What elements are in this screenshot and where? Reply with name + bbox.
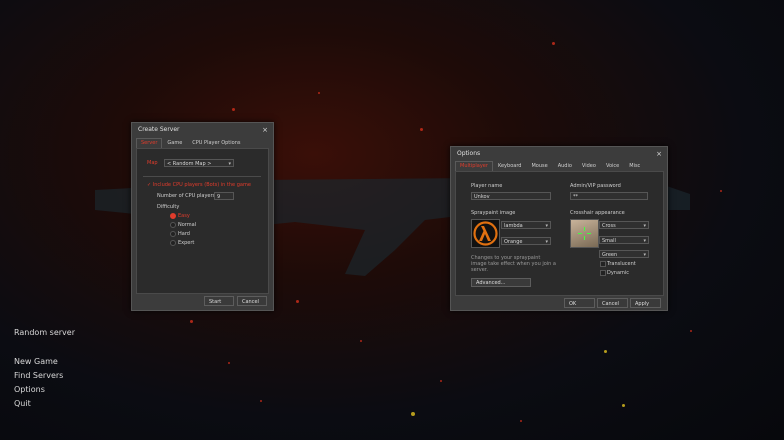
include-cpu-checkbox[interactable]: ✓ Include CPU players (Bots) in the game xyxy=(147,182,251,188)
admin-password-label: Admin/VIP password xyxy=(570,183,621,189)
menu-options[interactable]: Options xyxy=(14,385,45,394)
advanced-button[interactable]: Advanced... xyxy=(471,278,531,287)
ember xyxy=(360,340,362,342)
radio-normal[interactable] xyxy=(170,222,176,228)
crosshair-label: Crosshair appearance xyxy=(570,210,625,216)
radio-hard[interactable] xyxy=(170,231,176,237)
close-icon[interactable]: × xyxy=(262,123,268,137)
ember xyxy=(296,300,299,303)
spray-image-dropdown[interactable]: lambda xyxy=(501,221,551,230)
options-window: Options × Multiplayer Keyboard Mouse Aud… xyxy=(450,146,668,311)
crosshair-color-dropdown[interactable]: Green xyxy=(599,250,649,259)
window-title: Create Server xyxy=(138,126,180,133)
dynamic-label: Dynamic xyxy=(607,270,630,276)
menu-quit[interactable]: Quit xyxy=(14,399,31,408)
crosshair-icon xyxy=(578,227,591,240)
num-cpu-input[interactable]: 9 xyxy=(214,192,234,200)
create-server-panel: Map < Random Map > ✓ Include CPU players… xyxy=(136,148,269,294)
player-name-input[interactable]: Unkov xyxy=(471,192,551,200)
dynamic-checkbox[interactable] xyxy=(600,270,606,276)
ok-button[interactable]: OK xyxy=(564,298,595,308)
map-dropdown[interactable]: < Random Map > xyxy=(164,159,234,168)
menu-random-server[interactable]: Random server xyxy=(14,328,75,337)
menu-find-servers[interactable]: Find Servers xyxy=(14,371,63,380)
ember xyxy=(420,128,423,131)
start-button[interactable]: Start xyxy=(204,296,234,306)
ember xyxy=(318,92,320,94)
radio-expert[interactable] xyxy=(170,240,176,246)
hard-label: Hard xyxy=(178,231,190,237)
ember xyxy=(520,420,522,422)
apply-button[interactable]: Apply xyxy=(630,298,661,308)
expert-label: Expert xyxy=(178,240,195,246)
tab-server[interactable]: Server xyxy=(136,138,163,148)
difficulty-label: Difficulty xyxy=(157,204,180,210)
window-title: Options xyxy=(457,150,481,157)
translucent-label: Translucent xyxy=(607,261,636,267)
spraypaint-label: Spraypaint image xyxy=(471,210,516,216)
ember xyxy=(552,42,555,45)
include-cpu-label: Include CPU players (Bots) in the game xyxy=(152,182,251,188)
player-name-label: Player name xyxy=(471,183,503,189)
ember xyxy=(232,108,235,111)
ember xyxy=(440,380,442,382)
ember xyxy=(228,362,230,364)
create-server-titlebar[interactable]: Create Server × xyxy=(132,123,273,137)
translucent-checkbox[interactable] xyxy=(600,261,606,267)
options-panel: Player name Unkov Admin/VIP password ** … xyxy=(455,171,664,296)
crosshair-size-dropdown[interactable]: Small xyxy=(599,236,649,245)
ember xyxy=(690,330,692,332)
ember xyxy=(411,412,415,416)
create-server-window: Create Server × Server Game CPU Player O… xyxy=(131,122,274,311)
lambda-logo-icon xyxy=(473,221,498,246)
tab-multiplayer[interactable]: Multiplayer xyxy=(455,161,493,171)
ember xyxy=(604,350,607,353)
num-cpu-label: Number of CPU players xyxy=(157,193,216,199)
ember xyxy=(260,400,262,402)
ember xyxy=(190,320,193,323)
normal-label: Normal xyxy=(178,222,197,228)
menu-new-game[interactable]: New Game xyxy=(14,357,58,366)
divider xyxy=(143,176,261,177)
cancel-button[interactable]: Cancel xyxy=(597,298,628,308)
admin-password-input[interactable]: ** xyxy=(570,192,648,200)
cancel-button[interactable]: Cancel xyxy=(237,296,267,306)
spray-note: Changes to your spraypaint image take ef… xyxy=(471,255,556,273)
radio-easy[interactable] xyxy=(170,213,176,219)
map-label: Map xyxy=(147,160,158,166)
spray-color-dropdown[interactable]: Orange xyxy=(501,237,551,246)
easy-label: Easy xyxy=(178,213,190,219)
crosshair-type-dropdown[interactable]: Cross xyxy=(599,221,649,230)
close-icon[interactable]: × xyxy=(656,147,662,161)
crosshair-preview xyxy=(570,219,599,248)
ember xyxy=(622,404,625,407)
options-titlebar[interactable]: Options × xyxy=(451,147,667,161)
spray-preview xyxy=(471,219,500,248)
ember xyxy=(720,190,722,192)
